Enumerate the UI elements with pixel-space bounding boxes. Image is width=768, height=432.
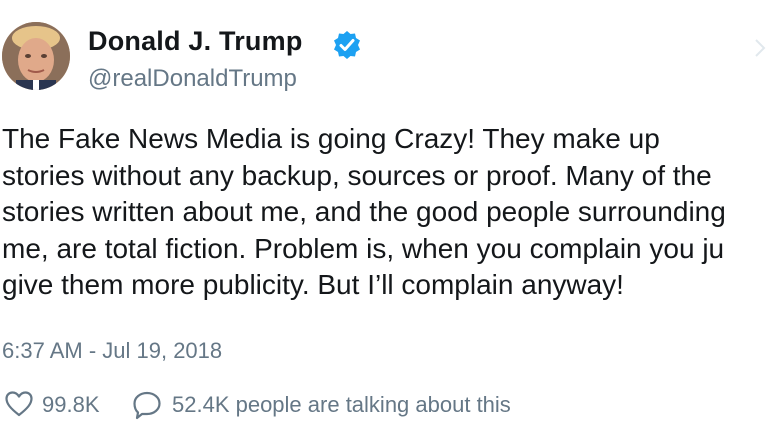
tweet-text-line: stories written about me, and the good p… [2,196,726,227]
tweet-header: Donald J. Trump @realDonaldTrump [0,0,768,100]
heart-outline-icon[interactable] [4,390,34,418]
profile-photo-icon [2,22,70,90]
tweet-text-line: me, are total fiction. Problem is, when … [2,232,725,264]
user-handle[interactable]: @realDonaldTrump [88,65,297,93]
tweet-text-line: The Fake News Media is going Crazy! They… [2,123,660,154]
tweet-text-line: stories without any backup, sources or p… [2,159,712,191]
tweet-card: Donald J. Trump @realDonaldTrump The Fak… [0,0,768,432]
tweet-timestamp[interactable]: 6:37 AM - Jul 19, 2018 [2,338,222,364]
avatar[interactable] [2,22,70,90]
tweet-actions: 99.8K 52.4K people are talking about thi… [0,386,768,426]
more-options-icon[interactable] [752,34,768,58]
talking-about-count[interactable]: 52.4K people are talking about this [172,392,511,418]
like-count[interactable]: 99.8K [42,392,100,418]
speech-bubble-icon[interactable] [132,390,162,420]
verified-badge-icon [332,30,362,60]
tweet-text-line: give them more publicity. But I’ll compl… [2,269,624,300]
display-name[interactable]: Donald J. Trump [88,26,303,57]
tweet-text: The Fake News Media is going Crazy! They… [2,121,768,304]
